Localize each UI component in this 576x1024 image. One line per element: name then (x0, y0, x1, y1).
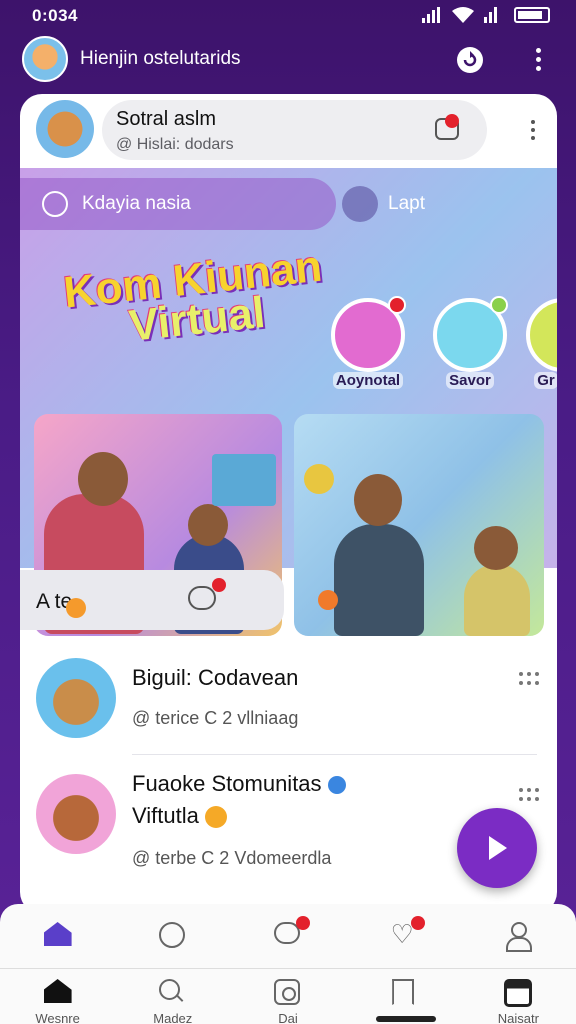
banner-title: Kom Kiunan Virtual (57, 242, 334, 354)
item-avatar (36, 774, 116, 854)
featured-person[interactable]: Aoynotal (326, 296, 410, 390)
list-item[interactable]: Biguil: Codavean @ terice C 2 vllniaag (20, 642, 557, 762)
status-bar: 0:034 (0, 0, 576, 34)
nav-label: Madez (153, 1011, 193, 1024)
item-subtitle: @ terbe C 2 Vdomeerdla (132, 848, 332, 868)
divider (132, 754, 537, 755)
nav-bottom-camera[interactable]: Dai (243, 969, 333, 1024)
grid-dots-icon[interactable] (519, 672, 539, 686)
shopping-bag-icon[interactable] (431, 114, 465, 146)
featured-person[interactable]: Gr (526, 298, 557, 390)
profile-name: Sotral aslm (116, 108, 217, 130)
status-icons (422, 7, 550, 23)
nav-bottom-saved[interactable] (358, 969, 448, 1021)
featured-person[interactable]: Savor (428, 296, 512, 390)
camera-icon (273, 979, 300, 1005)
app-header: Hienjin ostelutarids (0, 34, 576, 88)
live-badge-icon (388, 296, 406, 314)
smile-emoji-icon (204, 806, 227, 829)
profile-avatar[interactable] (36, 100, 94, 158)
status-time: 0:034 (32, 6, 78, 25)
profile-more-button[interactable] (531, 116, 535, 140)
notification-badge (295, 916, 310, 930)
play-icon (489, 836, 507, 860)
hero-section: Kdayia nasia Lapt Kom Kiunan Virtual Aoy… (20, 168, 557, 636)
profile-square-icon (504, 979, 533, 1007)
check-badge-icon (490, 296, 508, 314)
home-icon (43, 979, 72, 1003)
nav-explore[interactable] (128, 912, 218, 964)
search-bubble-icon (158, 922, 185, 948)
tab-left-label: Kdayia nasia (82, 193, 191, 214)
tab-left[interactable]: Kdayia nasia (20, 178, 336, 230)
nav-row-top: ♡ (0, 912, 576, 964)
verified-icon (327, 776, 346, 795)
play-fab-button[interactable] (457, 808, 537, 888)
nav-label: Naisatr (497, 1011, 539, 1024)
bottom-navigation: ♡ Wesnre Madez Dai Naisatr (0, 904, 576, 1024)
item-avatar (36, 658, 116, 738)
nav-home[interactable] (13, 912, 103, 964)
item-title: Fuaoke Stomunitas Viftutla (132, 768, 346, 832)
action-row: A te (20, 568, 557, 634)
battery-icon (514, 7, 550, 23)
person-photo (526, 298, 557, 372)
nav-chat[interactable] (243, 912, 333, 964)
emoji-icon (66, 598, 86, 618)
home-icon (43, 922, 72, 946)
app-avatar[interactable] (22, 36, 68, 82)
person-name: Savor (446, 372, 494, 389)
user-icon (504, 922, 533, 952)
action-pill[interactable]: A te (20, 570, 284, 630)
item-title-line-2: Viftutla (132, 803, 199, 828)
tab-right[interactable]: Lapt (340, 178, 540, 230)
nav-bottom-account[interactable]: Naisatr (473, 969, 563, 1024)
nav-row-bottom: Wesnre Madez Dai Naisatr (0, 968, 576, 1024)
nav-bottom-home[interactable]: Wesnre (13, 969, 103, 1024)
nav-likes[interactable]: ♡ (358, 912, 448, 964)
item-title: Biguil: Codavean (132, 665, 299, 690)
grid-dots-icon[interactable] (519, 788, 539, 802)
fruit-emoji-icon[interactable] (318, 590, 338, 610)
profile-handle: @ Hislai: dodars (116, 136, 234, 153)
app-title: Hienjin ostelutarids (80, 48, 241, 69)
more-vertical-icon (522, 44, 554, 71)
bookmark-icon (392, 979, 415, 1005)
profile-pill[interactable]: Sotral aslm @ Hislai: dodars (102, 100, 487, 160)
person-name: Gr (534, 372, 557, 389)
main-card: Sotral aslm @ Hislai: dodars Kdayia nasi… (20, 94, 557, 914)
wall-screen (212, 454, 276, 506)
more-menu-button[interactable] (522, 44, 554, 76)
nav-bottom-search[interactable]: Madez (128, 969, 218, 1024)
wifi-icon (452, 7, 474, 23)
item-subtitle: @ terice C 2 vllniaag (132, 708, 299, 728)
refresh-icon (457, 47, 483, 73)
home-indicator (376, 1016, 436, 1022)
comment-icon[interactable] (188, 578, 226, 610)
refresh-button[interactable] (454, 44, 486, 76)
notification-badge (411, 916, 426, 930)
person-name: Aoynotal (332, 372, 404, 389)
item-title-line-1: Fuaoke Stomunitas (132, 771, 322, 796)
search-icon (158, 979, 185, 1005)
more-vertical-icon (531, 116, 535, 140)
tab-right-label: Lapt (388, 193, 425, 214)
toy-object (304, 464, 334, 494)
heart-outline-icon (342, 186, 378, 222)
nav-label: Wesnre (35, 1011, 80, 1024)
profile-row: Sotral aslm @ Hislai: dodars (20, 94, 557, 166)
signal-icon-2 (484, 7, 504, 23)
nav-label: Dai (278, 1011, 298, 1024)
clock-icon (42, 191, 68, 217)
signal-icon (422, 7, 442, 23)
nav-profile[interactable] (473, 912, 563, 964)
